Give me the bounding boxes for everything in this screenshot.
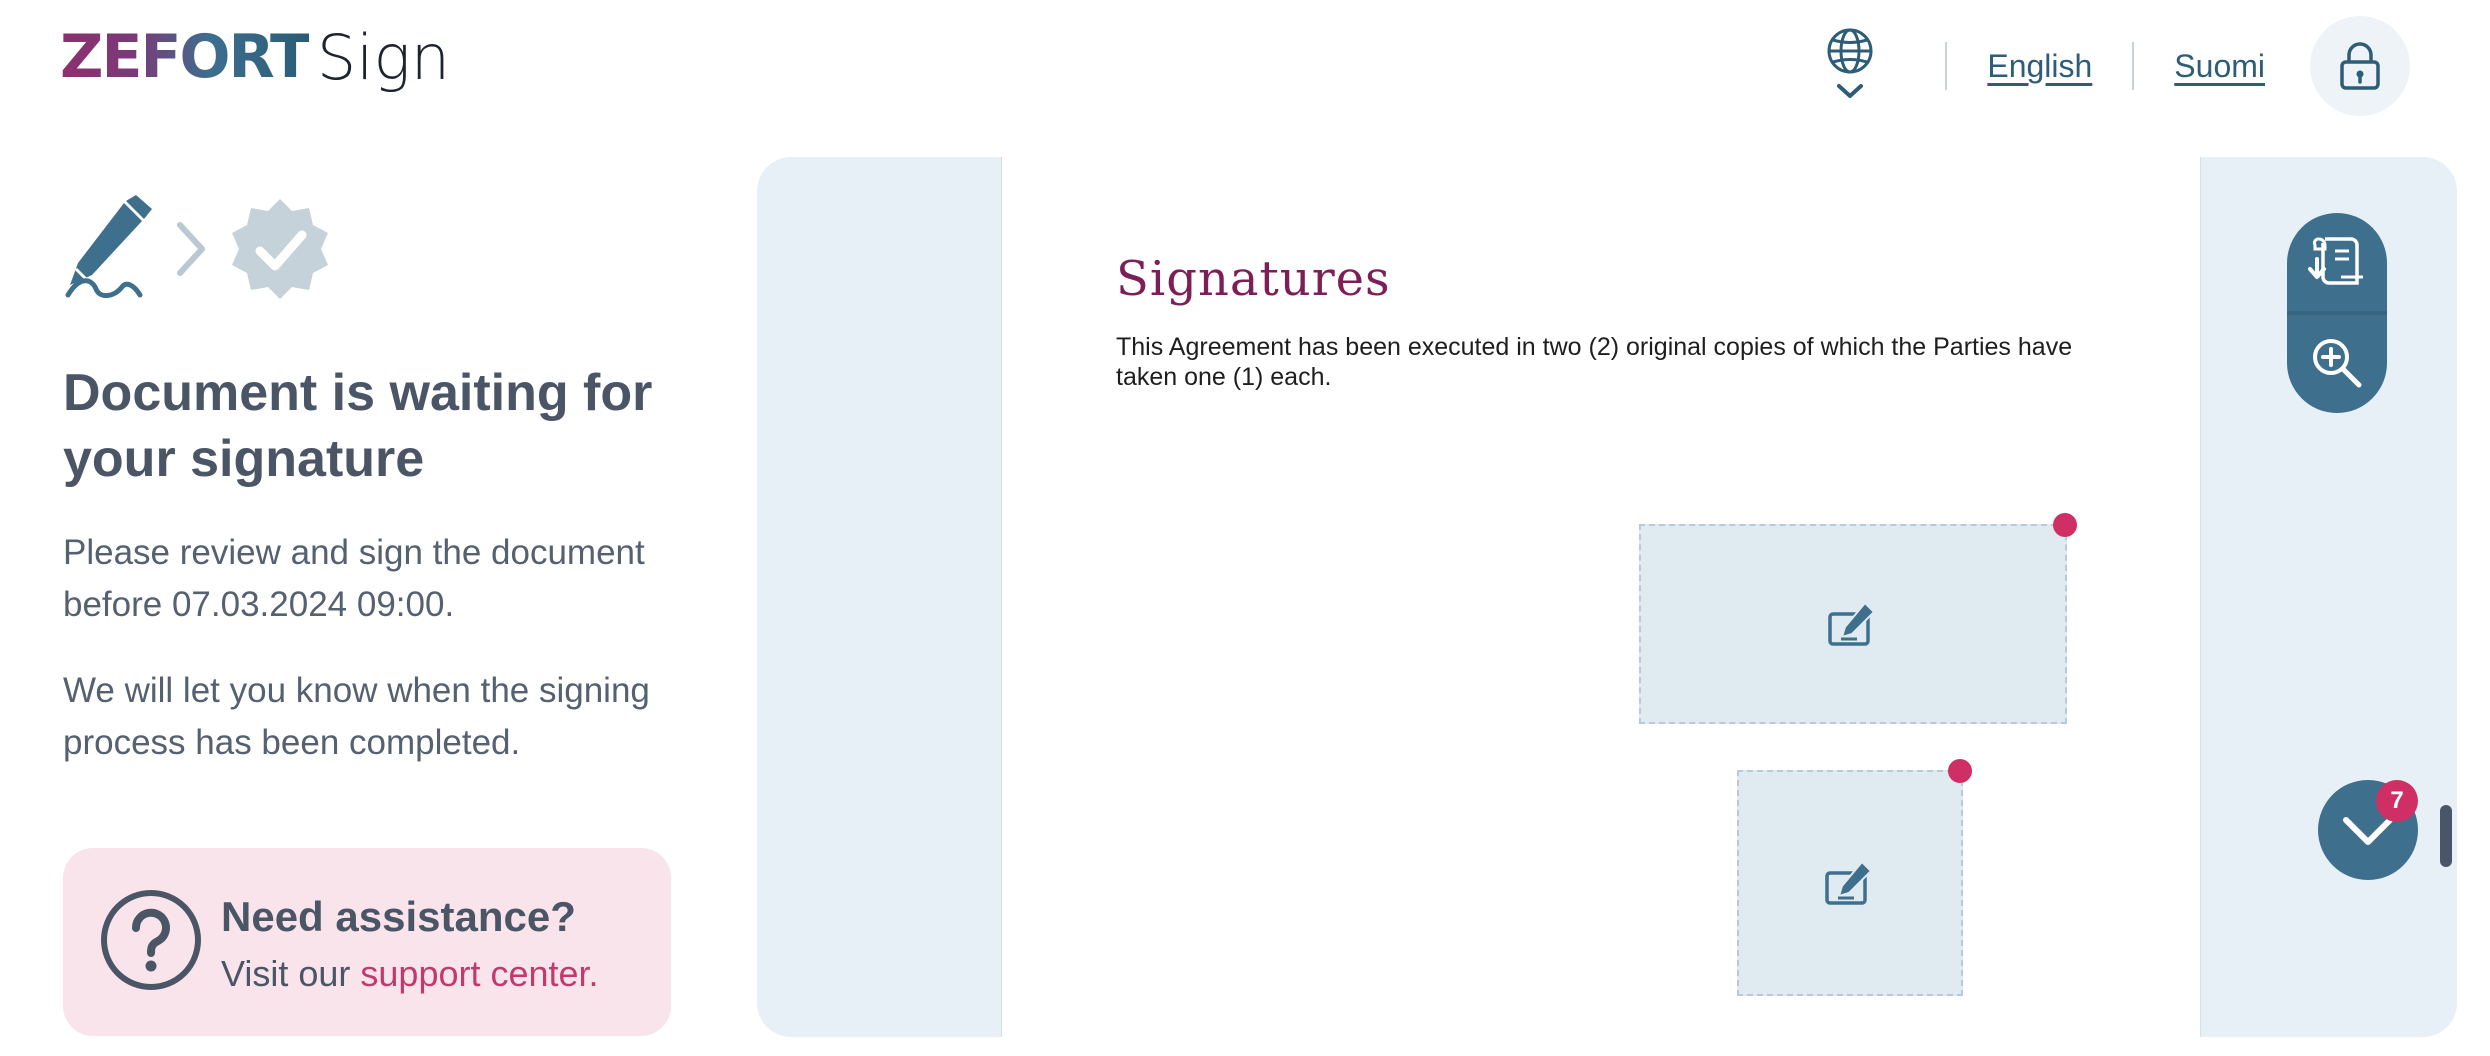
sign-pen-icon: [1825, 860, 1873, 905]
help-question-icon: [101, 890, 201, 990]
download-document-icon: [2308, 237, 2363, 285]
pen-signature-icon: [65, 195, 152, 298]
scrollbar-thumb[interactable]: [2440, 805, 2452, 867]
language-bar: English Suomi: [1825, 16, 2410, 116]
zoom-button[interactable]: [2287, 313, 2387, 413]
logo-text-main: ZEFORT: [60, 22, 311, 92]
divider: [1945, 42, 1948, 90]
sign-pen-icon: [1828, 601, 1876, 646]
signing-steps: [62, 195, 334, 303]
page-title: Document is waiting for your signature: [63, 364, 653, 488]
required-indicator: [2053, 513, 2077, 537]
download-button[interactable]: [2287, 213, 2387, 313]
assistance-prefix: Visit our: [221, 953, 361, 994]
lock-icon: [2340, 42, 2380, 90]
document-body-text: This Agreement has been executed in two …: [1116, 333, 2073, 391]
signing-deadline-text: Please review and sign the document befo…: [63, 533, 645, 624]
signature-field[interactable]: [1639, 524, 2067, 724]
support-center-link[interactable]: support center.: [360, 953, 598, 994]
notification-text: We will let you know when the signing pr…: [63, 671, 650, 762]
assistance-text: Visit our support center.: [221, 953, 599, 995]
language-menu-toggle[interactable]: [1825, 26, 1875, 106]
verified-badge-icon: [232, 199, 328, 299]
language-suomi-link[interactable]: Suomi: [2174, 48, 2265, 85]
zoom-in-icon: [2313, 339, 2362, 388]
document-heading: Signatures: [1116, 251, 1391, 307]
signature-field[interactable]: [1737, 770, 1963, 996]
language-english-link[interactable]: English: [1987, 48, 2092, 85]
assistance-box: Need assistance? Visit our support cente…: [63, 848, 671, 1036]
zefort-sign-logo: ZEFORT Sign: [60, 20, 451, 94]
assistance-title: Need assistance?: [221, 893, 576, 940]
document-page: Signatures This Agreement has been execu…: [1001, 157, 2201, 1037]
remaining-fields-badge: 7: [2376, 780, 2418, 822]
document-tools: [2287, 213, 2387, 413]
globe-icon: [1827, 28, 1873, 74]
required-indicator: [1948, 759, 1972, 783]
document-viewer[interactable]: Signatures This Agreement has been execu…: [757, 157, 2457, 1037]
chevron-right-icon: [177, 222, 205, 276]
lock-button[interactable]: [2310, 16, 2410, 116]
chevron-down-icon: [1837, 84, 1864, 98]
logo-text-sub: Sign: [316, 20, 451, 94]
divider: [2132, 42, 2135, 90]
